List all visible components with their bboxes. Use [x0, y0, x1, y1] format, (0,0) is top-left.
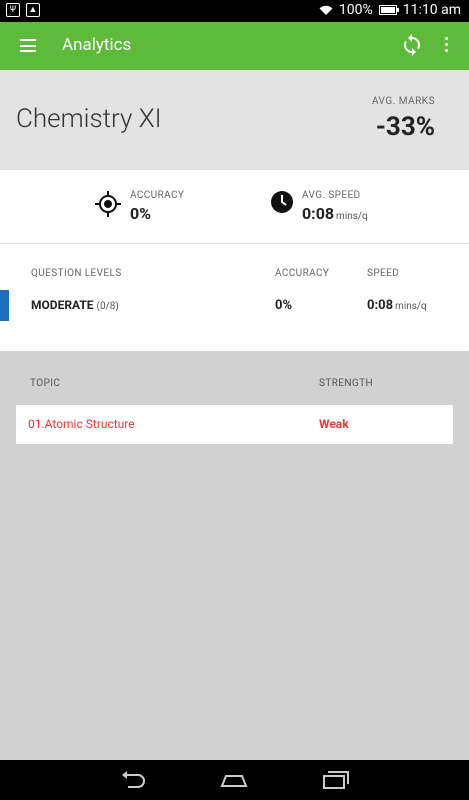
speed-label: AVG. SPEED — [302, 190, 361, 201]
overflow-menu-icon[interactable] — [438, 37, 454, 55]
course-summary: Chemistry XI AVG. MARKS -33% — [0, 70, 469, 170]
level-count: (0/8) — [96, 301, 119, 312]
speed-stat: AVG. SPEED 0:08 mins/q — [270, 190, 368, 223]
accuracy-label: ACCURACY — [130, 190, 185, 201]
usb-icon: Ψ — [6, 3, 20, 17]
avg-marks-value: -33% — [375, 112, 435, 142]
refresh-icon[interactable] — [400, 33, 424, 57]
app-title: Analytics — [62, 35, 132, 55]
avg-marks-label: AVG. MARKS — [371, 96, 435, 107]
battery-percent: 100% — [338, 2, 373, 18]
speed-value-line: 0:08 mins/q — [302, 204, 368, 223]
stats-panel: ACCURACY 0% AVG. SPEED 0:08 mins/q — [0, 170, 469, 244]
home-icon[interactable] — [219, 768, 249, 792]
topic-name: 01.Atomic Structure — [28, 417, 135, 431]
topic-row[interactable]: 01.Atomic Structure Weak — [16, 405, 453, 444]
image-icon: ▲ — [26, 3, 40, 17]
target-icon — [95, 191, 121, 217]
clock: 11:10 am — [402, 2, 461, 18]
wifi-icon — [319, 5, 333, 15]
topic-header: TOPIC — [30, 378, 61, 389]
level-speed-unit: mins/q — [395, 301, 427, 312]
level-accuracy: 0% — [275, 298, 293, 313]
accuracy-value: 0% — [130, 204, 152, 223]
battery-icon — [378, 5, 399, 15]
level-speed-value: 0:08 — [367, 298, 394, 313]
clock-icon — [271, 191, 293, 213]
level-speed: 0:08 mins/q — [367, 298, 427, 313]
menu-icon[interactable] — [20, 39, 36, 52]
topic-strength: Weak — [319, 417, 349, 431]
back-icon[interactable] — [118, 768, 148, 792]
course-title: Chemistry XI — [16, 104, 162, 134]
speed-value: 0:08 — [302, 204, 335, 223]
navigation-bar — [0, 760, 469, 800]
levels-speed-header: SPEED — [367, 268, 400, 279]
levels-accuracy-header: ACCURACY — [275, 268, 330, 279]
app-bar: Analytics — [0, 22, 469, 70]
level-name: MODERATE — [31, 298, 94, 312]
strength-header: STRENGTH — [319, 378, 373, 389]
accuracy-stat: ACCURACY 0% — [94, 190, 184, 223]
level-row-moderate[interactable]: MODERATE (0/8) — [31, 298, 119, 312]
speed-unit: mins/q — [336, 211, 368, 222]
question-levels-panel: QUESTION LEVELS ACCURACY SPEED MODERATE(… — [0, 244, 469, 351]
levels-header: QUESTION LEVELS — [31, 268, 122, 279]
status-bar: Ψ ▲ 100% 11:10 am — [0, 0, 469, 22]
recents-icon[interactable] — [320, 768, 350, 792]
level-indicator — [0, 290, 9, 321]
